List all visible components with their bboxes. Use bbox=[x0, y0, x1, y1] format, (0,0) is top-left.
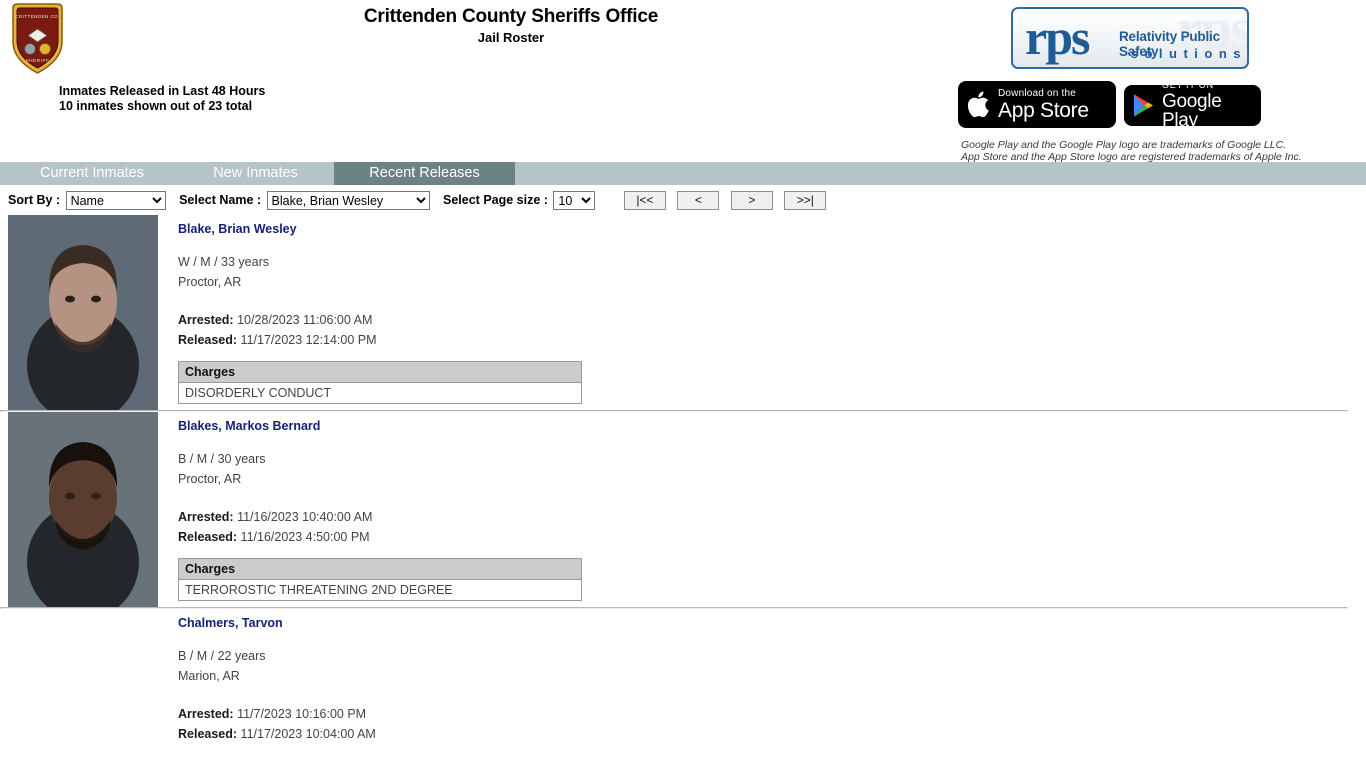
inmate-dates: Arrested: 11/7/2023 10:16:00 PM Released:… bbox=[178, 704, 1366, 744]
charge-row: TERROROSTIC THREATENING 2ND DEGREE bbox=[179, 580, 582, 601]
inmate-roster: Blake, Brian Wesley W / M / 33 years Proct… bbox=[0, 215, 1366, 768]
inmate-dates: Arrested: 11/16/2023 10:40:00 AM Released… bbox=[178, 507, 1366, 547]
inmate-demographics: B / M / 30 years Proctor, AR bbox=[178, 450, 1366, 489]
arrested-row: Arrested: 11/16/2023 10:40:00 AM bbox=[178, 507, 1366, 527]
tab-current-inmates[interactable]: Current Inmates bbox=[8, 162, 176, 185]
arrested-row: Arrested: 10/28/2023 11:06:00 AM bbox=[178, 310, 1366, 330]
released-summary-line2: 10 inmates shown out of 23 total bbox=[59, 99, 253, 113]
page-size-label: Select Page size : bbox=[443, 192, 548, 207]
google-play-small-text: GET IT ON bbox=[1162, 80, 1214, 90]
inmate-mugshot bbox=[8, 412, 158, 607]
rps-tagline-2: solutions bbox=[1130, 46, 1247, 61]
trademark-disclaimer: Google Play and the Google Play logo are… bbox=[961, 139, 1302, 163]
charges-column-header: Charges bbox=[178, 558, 582, 580]
inmate-dates: Arrested: 10/28/2023 11:06:00 AM Released… bbox=[178, 310, 1366, 350]
sort-by-select[interactable]: Name bbox=[65, 191, 166, 210]
rps-logo: rps rps Relativity Public Safety solutio… bbox=[1011, 7, 1249, 69]
inmate-demographics: W / M / 33 years Proctor, AR bbox=[178, 253, 1366, 292]
app-store-big-text: App Store bbox=[998, 98, 1089, 122]
prev-page-button[interactable]: < bbox=[677, 191, 720, 210]
released-summary-line1: Inmates Released in Last 48 Hours bbox=[59, 84, 266, 98]
select-name-label: Select Name : bbox=[179, 192, 262, 207]
arrested-label: Arrested: bbox=[178, 313, 234, 327]
inmate-details: Blakes, Markos Bernard B / M / 30 years Pr… bbox=[158, 412, 1366, 601]
select-name-select[interactable]: Blake, Brian WesleyBlakes, Markos Bernar… bbox=[266, 191, 430, 210]
charges-header-row: Charges bbox=[178, 558, 582, 580]
arrested-value: 11/7/2023 10:16:00 PM bbox=[237, 707, 367, 721]
svg-text:SHERIFF: SHERIFF bbox=[26, 58, 50, 63]
inmate-record: Blakes, Markos Bernard B / M / 30 years Pr… bbox=[0, 412, 1366, 607]
released-label: Released: bbox=[178, 530, 238, 544]
inmate-location: Proctor, AR bbox=[178, 471, 242, 486]
charge-row: DISORDERLY CONDUCT bbox=[179, 383, 582, 404]
inmate-name-link[interactable]: Chalmers, Tarvon bbox=[178, 616, 283, 630]
inmate-name-link[interactable]: Blake, Brian Wesley bbox=[178, 222, 297, 236]
inmate-race-sex-age: B / M / 30 years bbox=[178, 452, 266, 466]
page-title: Crittenden County Sheriffs Office bbox=[363, 6, 659, 27]
tab-bar: Current Inmates New Inmates Recent Release… bbox=[0, 162, 1366, 185]
arrested-label: Arrested: bbox=[178, 707, 234, 721]
charges-column-header: Charges bbox=[178, 361, 582, 383]
charges-table: Charges DISORDERLY CONDUCT bbox=[178, 361, 582, 404]
page-size-select[interactable]: 102050 bbox=[553, 191, 596, 210]
google-play-big-text: Google Play bbox=[1162, 91, 1222, 131]
inmate-location: Proctor, AR bbox=[178, 274, 242, 289]
charge-description: DISORDERLY CONDUCT bbox=[185, 386, 332, 400]
inmate-details: Blake, Brian Wesley W / M / 33 years Proct… bbox=[158, 215, 1366, 404]
tab-new-inmates[interactable]: New Inmates bbox=[178, 162, 333, 185]
released-label: Released: bbox=[178, 727, 238, 741]
arrested-value: 11/16/2023 10:40:00 AM bbox=[237, 510, 373, 524]
released-row: Released: 11/17/2023 12:14:00 PM bbox=[178, 330, 1366, 350]
inmate-mugshot bbox=[8, 215, 158, 410]
page-header: CRITTENDEN CO. SHERIFF Crittenden County… bbox=[0, 0, 1366, 163]
inmate-name-link[interactable]: Blakes, Markos Bernard bbox=[178, 419, 320, 433]
sort-by-label: Sort By : bbox=[8, 192, 61, 207]
google-play-label: GET IT ON Google Play bbox=[1162, 80, 1261, 131]
inmate-record: Blake, Brian Wesley W / M / 33 years Proct… bbox=[0, 215, 1366, 410]
inmate-details: Chalmers, Tarvon B / M / 22 years Marion, … bbox=[158, 609, 1366, 755]
first-page-button[interactable]: |<< bbox=[623, 191, 666, 210]
page-subtitle: Jail Roster bbox=[477, 30, 545, 45]
title-block: Crittenden County Sheriffs Office Jail R… bbox=[0, 6, 1022, 47]
app-store-label: Download on the App Store bbox=[998, 87, 1089, 122]
released-value: 11/17/2023 12:14:00 PM bbox=[240, 333, 377, 347]
released-row: Released: 11/16/2023 4:50:00 PM bbox=[178, 527, 1366, 547]
filter-toolbar: Sort By : Name Select Name : Blake, Bria… bbox=[0, 185, 1366, 215]
arrested-label: Arrested: bbox=[178, 510, 234, 524]
google-play-icon bbox=[1124, 93, 1162, 118]
released-summary: Inmates Released in Last 48 Hours 10 inm… bbox=[59, 84, 265, 114]
arrested-value: 10/28/2023 11:06:00 AM bbox=[237, 313, 373, 327]
charge-description: TERROROSTIC THREATENING 2ND DEGREE bbox=[185, 583, 453, 597]
last-page-button[interactable]: >>| bbox=[784, 191, 827, 210]
released-label: Released: bbox=[178, 333, 238, 347]
pagination: |<< < > >>| bbox=[623, 191, 834, 210]
app-store-button[interactable]: Download on the App Store bbox=[958, 81, 1116, 128]
inmate-demographics: B / M / 22 years Marion, AR bbox=[178, 647, 1366, 686]
next-page-button[interactable]: > bbox=[730, 191, 773, 210]
app-store-small-text: Download on the bbox=[998, 87, 1077, 99]
inmate-mugshot bbox=[8, 609, 158, 768]
charges-table: Charges TERROROSTIC THREATENING 2ND DEGRE… bbox=[178, 558, 582, 601]
inmate-race-sex-age: W / M / 33 years bbox=[178, 255, 269, 269]
arrested-row: Arrested: 11/7/2023 10:16:00 PM bbox=[178, 704, 1366, 724]
google-play-button[interactable]: GET IT ON Google Play bbox=[1124, 81, 1261, 130]
charges-header-row: Charges bbox=[178, 361, 582, 383]
rps-wordmark: rps bbox=[1025, 9, 1090, 65]
inmate-race-sex-age: B / M / 22 years bbox=[178, 649, 266, 663]
inmate-record: Chalmers, Tarvon B / M / 22 years Marion, … bbox=[0, 609, 1366, 768]
inmate-location: Marion, AR bbox=[178, 668, 240, 683]
apple-icon bbox=[958, 90, 998, 119]
released-value: 11/17/2023 10:04:00 AM bbox=[240, 727, 376, 741]
released-value: 11/16/2023 4:50:00 PM bbox=[240, 530, 370, 544]
released-row: Released: 11/17/2023 10:04:00 AM bbox=[178, 724, 1366, 744]
tab-recent-releases[interactable]: Recent Releases bbox=[334, 162, 515, 185]
